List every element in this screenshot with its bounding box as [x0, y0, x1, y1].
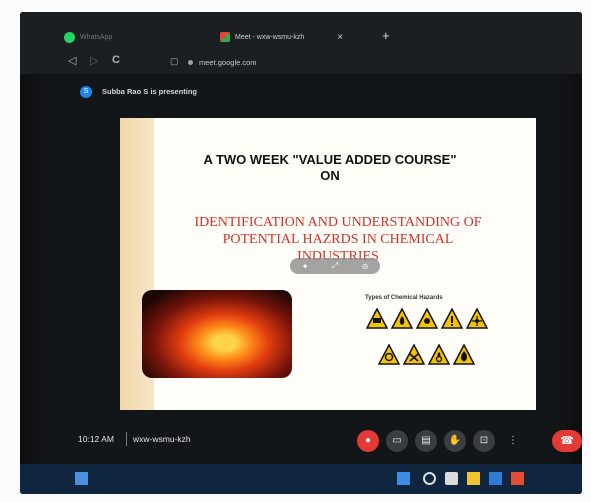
monitor-screen: WhatsApp Meet - wxw-wsmu-kzh × + ◁ ▷ C ▢… — [20, 12, 582, 494]
presenting-text: Subba Rao S is presenting — [102, 87, 198, 96]
forward-button[interactable]: ▷ — [90, 54, 98, 67]
slide-title-line1: IDENTIFICATION AND UNDERSTANDING OF — [194, 215, 482, 230]
warning-hazard-icon — [441, 308, 463, 330]
meeting-time: 10:12 AM — [78, 434, 114, 444]
brave-browser-icon[interactable] — [511, 472, 524, 485]
end-call-button[interactable]: ☎ — [552, 430, 582, 452]
zoom-icon[interactable]: ⤢ — [332, 261, 338, 271]
captions-button[interactable]: ▤ — [415, 430, 437, 452]
store-icon[interactable] — [489, 472, 502, 485]
photo-background: WhatsApp Meet - wxw-wsmu-kzh × + ◁ ▷ C ▢… — [0, 0, 591, 502]
camera-button[interactable]: ▭ — [386, 430, 408, 452]
flammable-hazard-icon — [391, 308, 413, 330]
toxic-hazard-icon — [416, 308, 438, 330]
site-info-icon[interactable] — [188, 59, 193, 65]
meet-control-bar: 10:12 AM wxw-wsmu-kzh ● ▭ ▤ ✋ ⊡ ⋮ ☎ — [20, 422, 582, 462]
reload-button[interactable]: C — [112, 54, 120, 66]
harmful-hazard-icon — [403, 344, 425, 366]
explosive-hazard-icon — [466, 308, 488, 330]
task-view-icon[interactable] — [445, 472, 458, 485]
windows-taskbar — [20, 464, 582, 494]
hazards-title: Types of Chemical Hazards — [365, 295, 443, 301]
presentation-slide: A TWO WEEK "VALUE ADDED COURSE" ON IDENT… — [120, 118, 536, 410]
search-icon[interactable] — [423, 472, 436, 485]
raise-hand-button[interactable]: ✋ — [444, 430, 466, 452]
file-explorer-icon[interactable] — [467, 472, 480, 485]
present-button[interactable]: ⊡ — [473, 430, 495, 452]
address-bar-row: ◁ ▷ C ▢ meet.google.com — [20, 52, 582, 74]
close-icon[interactable]: × — [337, 32, 343, 43]
divider — [126, 432, 127, 446]
more-icon[interactable]: ⊝ — [362, 262, 369, 271]
page-icon: ▢ — [170, 56, 179, 66]
slide-title-line2: POTENTIAL HAZRDS IN CHEMICAL — [222, 232, 454, 247]
browser-tab-bar: WhatsApp Meet - wxw-wsmu-kzh × + — [20, 12, 582, 52]
slide-heading-line2: ON — [320, 168, 340, 183]
url-text: meet.google.com — [199, 57, 257, 67]
tab-meet[interactable]: Meet - wxw-wsmu-kzh × — [220, 29, 343, 45]
back-button[interactable]: ◁ — [68, 54, 76, 67]
slide-heading-line1: A TWO WEEK "VALUE ADDED COURSE" — [203, 152, 457, 167]
biohazard-hazard-icon — [378, 344, 400, 366]
fire-image — [142, 290, 292, 378]
avatar: S — [80, 86, 92, 98]
presentation-control-overlay[interactable]: ✦ ⤢ ⊝ — [290, 258, 380, 274]
pin-icon[interactable]: ✦ — [302, 262, 309, 271]
meeting-code: wxw-wsmu-kzh — [133, 434, 191, 444]
oxidizing-hazard-icon — [428, 344, 450, 366]
meet-icon — [220, 32, 230, 42]
whatsapp-icon — [64, 31, 75, 43]
more-options-button[interactable]: ⋮ — [502, 430, 524, 452]
new-tab-button[interactable]: + — [382, 28, 390, 43]
tab-label: Meet - wxw-wsmu-kzh — [235, 33, 305, 41]
microphone-button[interactable]: ● — [357, 430, 379, 452]
address-field[interactable]: meet.google.com — [188, 55, 448, 69]
tab-whatsapp[interactable]: WhatsApp — [64, 29, 112, 45]
slide-heading: A TWO WEEK "VALUE ADDED COURSE" ON — [160, 152, 500, 184]
presenting-bar: S Subba Rao S is presenting — [20, 82, 582, 104]
widgets-icon[interactable] — [75, 472, 88, 485]
start-icon[interactable] — [397, 472, 410, 485]
corrosive-hazard-icon — [366, 308, 388, 330]
tab-label: WhatsApp — [80, 33, 113, 41]
fire-hazard-icon — [453, 344, 475, 366]
